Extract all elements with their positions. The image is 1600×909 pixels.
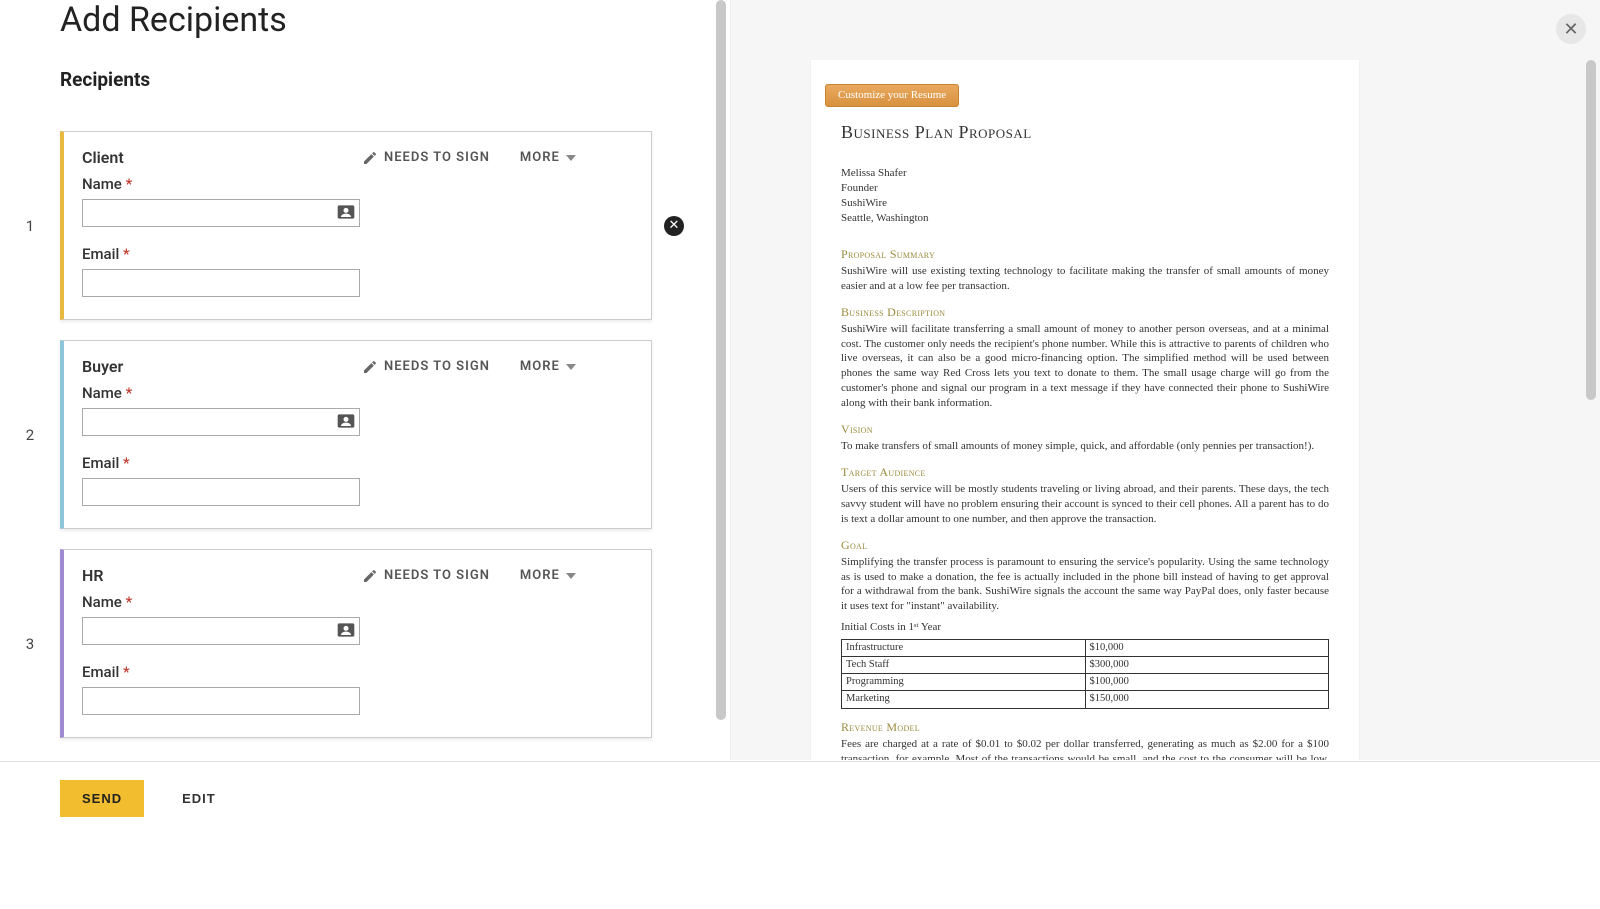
doc-section-heading: Vision bbox=[841, 421, 1329, 437]
needs-to-sign-dropdown[interactable]: NEEDS TO SIGN bbox=[362, 568, 490, 584]
left-scrollbar[interactable] bbox=[716, 0, 726, 720]
name-input[interactable] bbox=[82, 199, 360, 227]
doc-paragraph: Users of this service will be mostly stu… bbox=[841, 482, 1329, 527]
email-input[interactable] bbox=[82, 269, 360, 297]
table-row: Tech Staff$300,000 bbox=[842, 657, 1329, 674]
document-page: Customize your Resume Business Plan Prop… bbox=[811, 60, 1359, 760]
chevron-down-icon bbox=[566, 155, 576, 161]
email-label: Email * bbox=[82, 245, 362, 263]
more-dropdown[interactable]: MORE bbox=[520, 359, 576, 374]
pen-icon bbox=[362, 568, 378, 584]
row-number: 1 bbox=[0, 217, 60, 235]
doc-paragraph: SushiWire will use existing texting tech… bbox=[841, 264, 1329, 294]
recipient-row: 1 Client NEEDS TO SIGN MORE Name * Email * ✕ bbox=[0, 131, 690, 320]
remove-recipient-icon[interactable]: ✕ bbox=[664, 216, 684, 236]
recipient-row: 3 HR NEEDS TO SIGN MORE Name * Email * bbox=[0, 549, 690, 738]
costs-table: Infrastructure$10,000Tech Staff$300,000P… bbox=[841, 639, 1329, 709]
pen-icon bbox=[362, 359, 378, 375]
section-title: Recipients bbox=[60, 68, 690, 91]
role-label: Client bbox=[82, 148, 362, 167]
doc-section-heading: Goal bbox=[841, 537, 1329, 553]
needs-to-sign-label: NEEDS TO SIGN bbox=[384, 568, 490, 583]
more-label: MORE bbox=[520, 150, 560, 165]
role-label: Buyer bbox=[82, 357, 362, 376]
name-input[interactable] bbox=[82, 408, 360, 436]
right-scrollbar[interactable] bbox=[1586, 60, 1596, 740]
doc-paragraph: SushiWire will facilitate transferring a… bbox=[841, 322, 1329, 411]
more-label: MORE bbox=[520, 568, 560, 583]
name-label: Name * bbox=[82, 593, 362, 611]
doc-meta: Melissa Shafer Founder SushiWire Seattle… bbox=[841, 166, 1329, 225]
doc-section-heading: Business Description bbox=[841, 304, 1329, 320]
table-row: Marketing$150,000 bbox=[842, 691, 1329, 708]
role-label: HR bbox=[82, 566, 362, 585]
needs-to-sign-label: NEEDS TO SIGN bbox=[384, 150, 490, 165]
footer: SEND EDIT bbox=[0, 761, 1600, 909]
costs-label: Initial Costs in 1ˢᵗ Year bbox=[841, 620, 1329, 635]
close-icon[interactable]: ✕ bbox=[1556, 14, 1586, 44]
recipient-card: Buyer NEEDS TO SIGN MORE Name * Email * bbox=[60, 340, 652, 529]
row-number: 3 bbox=[0, 635, 60, 653]
doc-section-heading: Revenue Model bbox=[841, 719, 1329, 735]
page-title: Add Recipients bbox=[60, 0, 690, 40]
recipient-card: Client NEEDS TO SIGN MORE Name * Email * bbox=[60, 131, 652, 320]
table-row: Programming$100,000 bbox=[842, 674, 1329, 691]
doc-section-heading: Proposal Summary bbox=[841, 246, 1329, 262]
name-label: Name * bbox=[82, 384, 362, 402]
more-dropdown[interactable]: MORE bbox=[520, 150, 576, 165]
document-preview-panel: ✕ Customize your Resume Business Plan Pr… bbox=[730, 0, 1600, 760]
needs-to-sign-label: NEEDS TO SIGN bbox=[384, 359, 490, 374]
customize-resume-button[interactable]: Customize your Resume bbox=[825, 84, 959, 107]
needs-to-sign-dropdown[interactable]: NEEDS TO SIGN bbox=[362, 359, 490, 375]
send-button[interactable]: SEND bbox=[60, 780, 144, 817]
doc-paragraph: Fees are charged at a rate of $0.01 to $… bbox=[841, 737, 1329, 760]
chevron-down-icon bbox=[566, 364, 576, 370]
email-input[interactable] bbox=[82, 478, 360, 506]
needs-to-sign-dropdown[interactable]: NEEDS TO SIGN bbox=[362, 150, 490, 166]
doc-paragraph: To make transfers of small amounts of mo… bbox=[841, 439, 1329, 454]
email-label: Email * bbox=[82, 454, 362, 472]
doc-title: Business Plan Proposal bbox=[841, 120, 1329, 144]
row-number: 2 bbox=[0, 426, 60, 444]
name-input[interactable] bbox=[82, 617, 360, 645]
doc-paragraph: Simplifying the transfer process is para… bbox=[841, 555, 1329, 614]
doc-section-heading: Target Audience bbox=[841, 464, 1329, 480]
table-row: Infrastructure$10,000 bbox=[842, 639, 1329, 656]
chevron-down-icon bbox=[566, 573, 576, 579]
email-input[interactable] bbox=[82, 687, 360, 715]
email-label: Email * bbox=[82, 663, 362, 681]
pen-icon bbox=[362, 150, 378, 166]
edit-button[interactable]: EDIT bbox=[174, 780, 224, 817]
more-dropdown[interactable]: MORE bbox=[520, 568, 576, 583]
recipients-panel: Add Recipients Recipients 1 Client NEEDS T… bbox=[0, 0, 730, 760]
more-label: MORE bbox=[520, 359, 560, 374]
recipient-row: 2 Buyer NEEDS TO SIGN MORE Name * Email * bbox=[0, 340, 690, 529]
recipient-card: HR NEEDS TO SIGN MORE Name * Email * bbox=[60, 549, 652, 738]
name-label: Name * bbox=[82, 175, 362, 193]
